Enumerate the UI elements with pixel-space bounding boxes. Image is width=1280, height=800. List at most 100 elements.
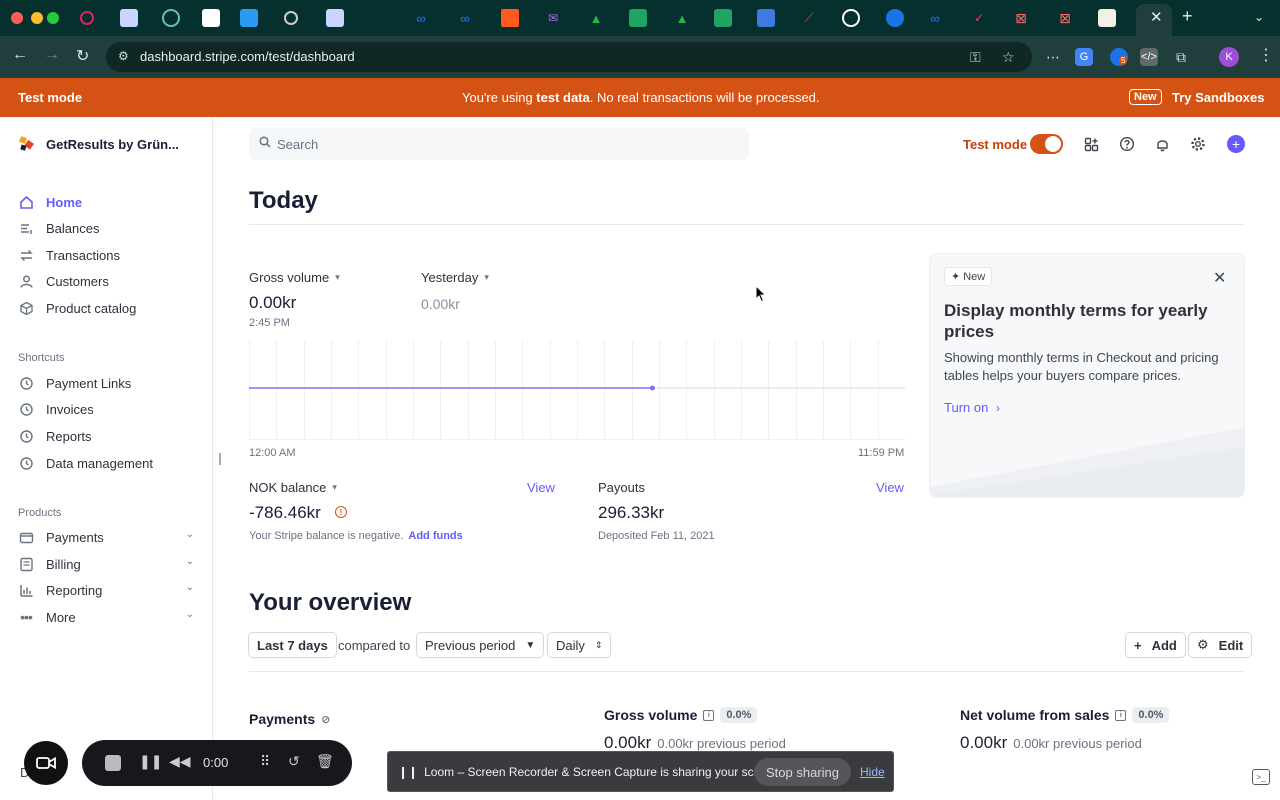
tab-icon[interactable] bbox=[886, 9, 904, 27]
comparison-period-select[interactable]: Previous period ▼ bbox=[416, 632, 545, 658]
pause-icon[interactable]: ❚❚ bbox=[139, 753, 162, 770]
tab-icon[interactable] bbox=[842, 9, 860, 27]
date-range-button[interactable]: Last 7 days bbox=[248, 632, 337, 658]
back-icon[interactable]: ← bbox=[12, 46, 28, 64]
tab-icon[interactable]: ✓ bbox=[970, 9, 988, 27]
terminal-icon[interactable]: >_ bbox=[1252, 769, 1270, 785]
site-settings-icon[interactable]: ⚙ bbox=[118, 49, 134, 65]
tab-icon[interactable]: ⟋ bbox=[800, 9, 818, 27]
info-icon[interactable]: i bbox=[703, 709, 715, 721]
sidebar-item-billing[interactable]: Billing ⌄ bbox=[18, 554, 194, 574]
drag-handle-icon[interactable]: ⠿ bbox=[260, 753, 270, 770]
reload-icon[interactable]: ↻ bbox=[76, 46, 89, 66]
tab-icon[interactable]: ▲ bbox=[587, 9, 605, 27]
tab-icon[interactable]: ∞ bbox=[456, 9, 474, 27]
sidebar-item-balances[interactable]: Balances bbox=[18, 218, 194, 238]
rewind-icon[interactable]: ◀◀ bbox=[169, 753, 191, 770]
payouts-view-link[interactable]: View bbox=[876, 480, 904, 495]
shortcut-reports[interactable]: Reports bbox=[18, 426, 194, 446]
tab-icon[interactable] bbox=[757, 9, 775, 27]
tab-icon[interactable]: ∞ bbox=[926, 9, 944, 27]
account-switcher[interactable]: GetResults by Grün... bbox=[18, 135, 179, 153]
tab-icon[interactable]: ∞ bbox=[412, 9, 430, 27]
delete-trash-icon[interactable]: 🗑 bbox=[316, 753, 334, 770]
tab-icon[interactable] bbox=[162, 9, 180, 27]
tab-icon[interactable] bbox=[284, 11, 298, 25]
maximize-window-button[interactable] bbox=[47, 12, 59, 24]
browser-menu-icon[interactable]: ⋮ bbox=[1258, 45, 1274, 65]
loom-camera-button[interactable] bbox=[24, 741, 68, 785]
sidebar-item-more[interactable]: ••• More ⌄ bbox=[18, 607, 194, 627]
tab-icon[interactable]: ✉ bbox=[544, 9, 562, 27]
tab-icon[interactable] bbox=[326, 9, 344, 27]
chevron-down-icon[interactable]: ⌄ bbox=[186, 556, 194, 567]
help-icon[interactable] bbox=[1118, 135, 1136, 153]
shortcut-payment-links[interactable]: Payment Links bbox=[18, 373, 194, 393]
balance-selector[interactable]: NOK balance ▾ bbox=[249, 480, 337, 495]
chevron-down-icon[interactable]: ⌄ bbox=[186, 609, 194, 620]
stop-recording-button[interactable] bbox=[105, 755, 121, 771]
info-icon[interactable]: i bbox=[1115, 709, 1127, 721]
sidebar-item-transactions[interactable]: Transactions bbox=[18, 245, 194, 265]
warning-icon[interactable]: ! bbox=[335, 506, 347, 518]
tab-icon[interactable] bbox=[80, 11, 94, 25]
extension-icon[interactable]: 5 bbox=[1110, 48, 1128, 66]
restart-icon[interactable]: ↺ bbox=[288, 753, 300, 770]
tab-icon[interactable] bbox=[501, 9, 519, 27]
tab-search-icon[interactable]: ⌄ bbox=[1254, 10, 1264, 24]
profile-avatar[interactable]: K bbox=[1219, 47, 1239, 67]
edit-overview-button[interactable]: ⚙ Edit bbox=[1188, 632, 1253, 658]
test-mode-toggle[interactable] bbox=[1030, 134, 1063, 154]
shortcut-data-management[interactable]: Data management bbox=[18, 453, 194, 473]
tab-icon[interactable] bbox=[240, 9, 258, 27]
close-window-button[interactable] bbox=[11, 12, 23, 24]
url-text[interactable]: dashboard.stripe.com/test/dashboard bbox=[140, 49, 355, 64]
sidebar-item-reporting[interactable]: Reporting ⌄ bbox=[18, 580, 194, 600]
interval-select[interactable]: Daily ⇕ bbox=[547, 632, 612, 658]
turn-on-link[interactable]: Turn on › bbox=[944, 400, 1000, 415]
key-icon[interactable]: ⚿ bbox=[970, 49, 981, 66]
sidebar-item-payments[interactable]: Payments ⌄ bbox=[18, 527, 194, 547]
sidebar-resize-handle[interactable] bbox=[219, 453, 221, 465]
net-volume-card-title[interactable]: Net volume from sales i 0.0% bbox=[960, 707, 1170, 723]
sidebar-item-customers[interactable]: Customers bbox=[18, 271, 194, 291]
try-sandboxes-link[interactable]: Try Sandboxes bbox=[1172, 90, 1264, 105]
gross-volume-chart[interactable] bbox=[249, 340, 905, 440]
chevron-down-icon[interactable]: ⌄ bbox=[186, 582, 194, 593]
chevron-down-icon[interactable]: ⌄ bbox=[186, 529, 194, 540]
chart-current-point[interactable] bbox=[649, 385, 655, 391]
hide-link[interactable]: Hide bbox=[860, 765, 885, 779]
tab-icon[interactable]: ⊠ bbox=[1012, 9, 1030, 27]
minimize-window-button[interactable] bbox=[31, 12, 43, 24]
tab-icon[interactable]: ⊠ bbox=[1056, 9, 1074, 27]
sidebar-item-home[interactable]: Home bbox=[18, 192, 194, 212]
payments-card-title[interactable]: Payments ⊘ bbox=[249, 711, 330, 727]
tab-icon[interactable] bbox=[202, 9, 220, 27]
create-plus-button[interactable]: + bbox=[1227, 135, 1245, 153]
gross-volume-selector[interactable]: Gross volume ▾ bbox=[249, 270, 340, 285]
apps-icon[interactable] bbox=[1082, 135, 1100, 153]
bookmark-star-icon[interactable]: ☆ bbox=[1002, 49, 1015, 66]
tab-icon[interactable] bbox=[1098, 9, 1116, 27]
tab-icon[interactable] bbox=[120, 9, 138, 27]
gross-volume-card-title[interactable]: Gross volume i 0.0% bbox=[604, 707, 758, 723]
search-input[interactable]: Search bbox=[249, 128, 749, 160]
balance-view-link[interactable]: View bbox=[527, 480, 555, 495]
puzzle-icon[interactable]: ⧉ bbox=[1172, 48, 1190, 66]
forward-icon[interactable]: → bbox=[44, 46, 60, 64]
new-tab-icon[interactable]: + bbox=[1182, 6, 1193, 27]
add-funds-link[interactable]: Add funds bbox=[408, 530, 462, 542]
add-chart-button[interactable]: + Add bbox=[1125, 632, 1186, 658]
tab-icon[interactable]: ▲ bbox=[673, 9, 691, 27]
stop-sharing-button[interactable]: Stop sharing bbox=[754, 758, 851, 786]
tab-icon[interactable] bbox=[714, 9, 732, 27]
close-icon[interactable]: ✕ bbox=[1213, 268, 1226, 288]
settings-gear-icon[interactable] bbox=[1189, 135, 1207, 153]
sidebar-item-product-catalog[interactable]: Product catalog bbox=[18, 298, 194, 318]
shortcut-invoices[interactable]: Invoices bbox=[18, 399, 194, 419]
translate-icon[interactable]: G bbox=[1075, 48, 1093, 66]
tab-icon[interactable] bbox=[629, 9, 647, 27]
close-tab-icon[interactable]: ✕ bbox=[1150, 8, 1163, 26]
notifications-bell-icon[interactable] bbox=[1153, 135, 1171, 153]
comparison-selector[interactable]: Yesterday ▾ bbox=[421, 270, 489, 285]
